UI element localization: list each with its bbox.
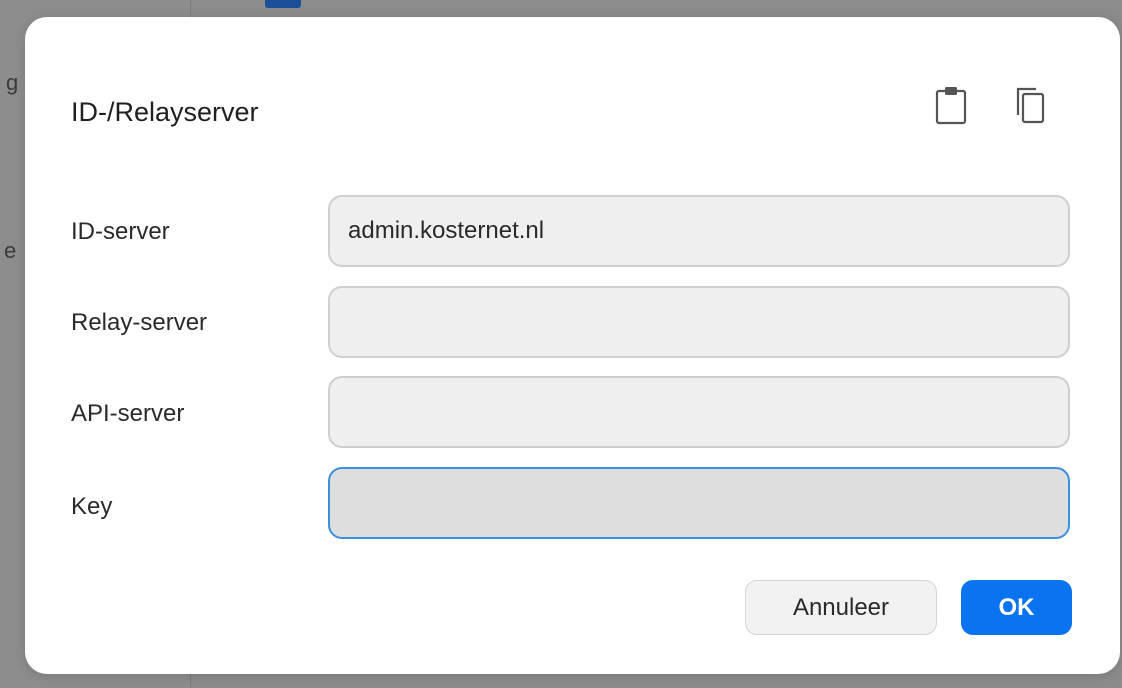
background-checkbox xyxy=(265,0,301,8)
ok-button[interactable]: OK xyxy=(961,580,1072,635)
copy-icon xyxy=(1016,87,1045,124)
relay-server-input[interactable] xyxy=(328,286,1070,358)
clipboard-icon xyxy=(935,87,967,125)
dialog-title: ID-/Relayserver xyxy=(71,97,259,127)
background-text: e xyxy=(4,238,17,263)
api-server-input[interactable] xyxy=(328,376,1070,448)
id-server-label: ID-server xyxy=(71,218,170,245)
cancel-button[interactable]: Annuleer xyxy=(745,580,937,635)
relay-server-label: Relay-server xyxy=(71,309,208,336)
api-server-label: API-server xyxy=(71,400,185,427)
key-label: Key xyxy=(71,493,113,520)
id-server-input[interactable] xyxy=(328,195,1070,267)
paste-button[interactable] xyxy=(931,83,971,127)
background-text: g xyxy=(6,70,19,95)
server-settings-dialog: ID-/Relayserver ID-server Relay-server A… xyxy=(25,17,1120,674)
key-input[interactable] xyxy=(328,467,1070,539)
copy-button[interactable] xyxy=(1009,83,1049,127)
